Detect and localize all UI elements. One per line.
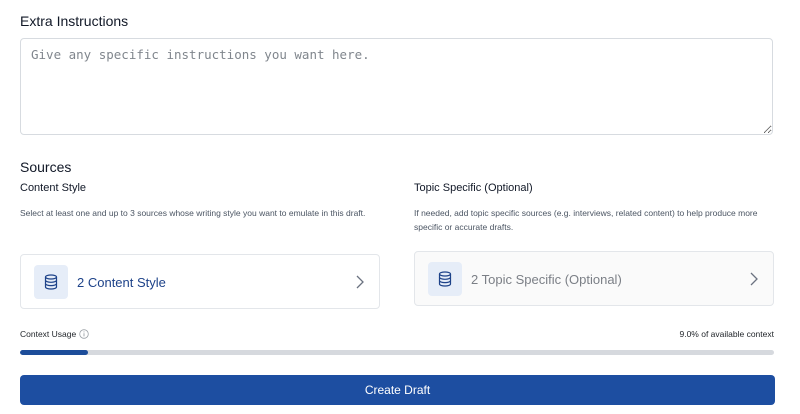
chevron-right-icon: [750, 272, 758, 286]
content-style-title: Content Style: [20, 182, 87, 194]
context-usage-progress-bar: [20, 350, 774, 355]
sources-title: Sources: [20, 159, 72, 175]
topic-specific-title: Topic Specific (Optional): [414, 182, 533, 194]
database-icon-tile: [428, 262, 462, 296]
create-draft-button[interactable]: Create Draft: [20, 375, 775, 405]
context-usage-progress-fill: [20, 350, 88, 355]
content-style-card-label: 2 Content Style: [77, 275, 166, 290]
database-icon: [438, 271, 452, 287]
content-style-card[interactable]: 2 Content Style: [20, 254, 380, 309]
topic-specific-description: If needed, add topic specific sources (e…: [414, 208, 758, 232]
topic-specific-card[interactable]: 2 Topic Specific (Optional): [414, 251, 774, 306]
topic-specific-card-label: 2 Topic Specific (Optional): [471, 272, 622, 287]
chevron-right-icon: [356, 275, 364, 289]
info-icon[interactable]: [79, 329, 89, 339]
extra-instructions-title: Extra Instructions: [20, 13, 129, 29]
context-usage-value: 9.0% of available context: [679, 329, 774, 339]
context-usage-label: Context Usage: [20, 329, 77, 339]
content-style-description: Select at least one and up to 3 sources …: [20, 208, 366, 218]
context-usage-label-group: Context Usage: [20, 329, 89, 339]
extra-instructions-textarea[interactable]: [20, 38, 773, 135]
database-icon-tile: [34, 265, 68, 299]
create-draft-form: Extra Instructions Sources Content Style…: [0, 0, 800, 414]
database-icon: [44, 274, 58, 290]
